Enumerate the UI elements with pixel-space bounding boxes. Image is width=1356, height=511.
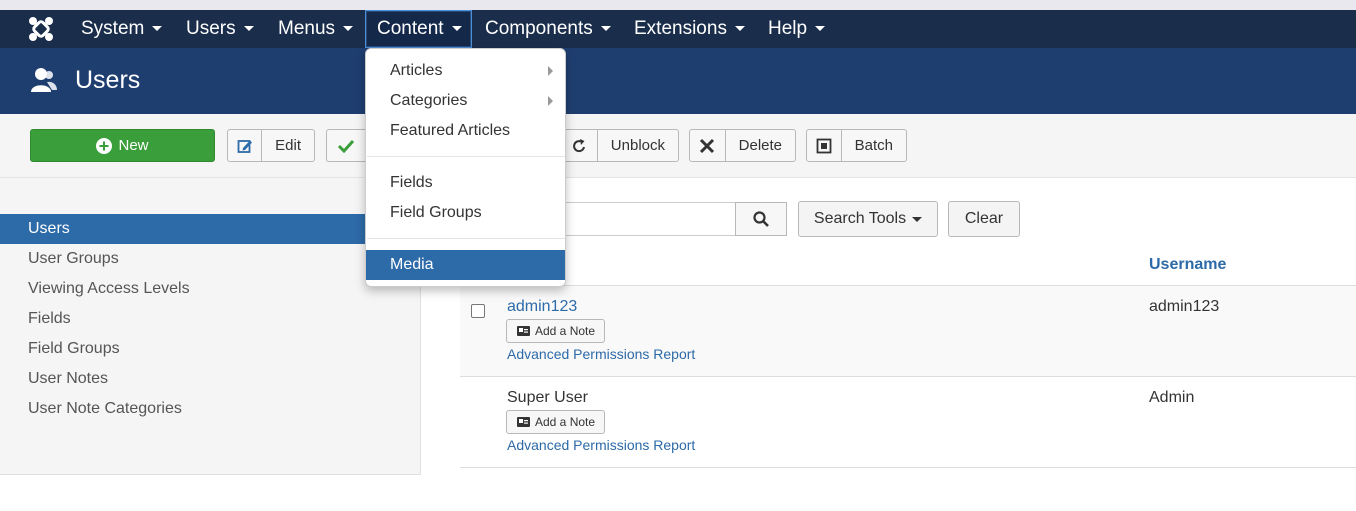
permissions-report-link[interactable]: Advanced Permissions Report [507,437,695,453]
page-header: Users [0,48,1356,114]
search-icon [753,211,769,227]
sidebar-item-user-groups[interactable]: User Groups [0,244,421,274]
nav-content[interactable]: Content [365,10,472,48]
menu-item-label: Media [390,256,434,273]
nav-content-label: Content [377,18,444,39]
menu-item-featured-articles[interactable]: Featured Articles [366,116,565,146]
add-note-label: Add a Note [535,324,596,338]
nav-menus[interactable]: Menus [267,10,364,48]
id-card-icon [517,417,530,427]
menu-divider [367,156,565,157]
menu-item-articles[interactable]: Articles [366,56,565,86]
sidebar: Users User Groups Viewing Access Levels … [0,178,421,475]
add-note-button[interactable]: Add a Note [506,319,605,343]
delete-button-label: Delete [738,137,782,154]
nav-users[interactable]: Users [175,10,265,48]
nav-help-label: Help [768,18,808,39]
clear-button[interactable]: Clear [948,201,1020,237]
user-name: Super User [507,389,588,406]
new-button[interactable]: New [30,129,215,162]
sidebar-item-viewing-access-levels[interactable]: Viewing Access Levels [0,274,421,304]
chevron-down-icon [734,26,745,32]
edit-icon [228,130,263,161]
page-title: Users [75,66,141,94]
redo-icon [564,130,598,161]
menu-item-categories[interactable]: Categories [366,86,565,116]
username-cell: admin123 [1149,298,1220,315]
nav-extensions-label: Extensions [634,18,727,39]
chevron-down-icon [343,26,354,32]
nav-extensions[interactable]: Extensions [623,10,756,48]
browser-top-strip [0,0,1356,10]
id-card-icon [517,326,530,336]
menu-item-media[interactable]: Media [366,250,565,280]
username-cell: Admin [1149,389,1195,406]
user-name-link[interactable]: admin123 [507,298,577,316]
sidebar-item-users[interactable]: Users [0,214,421,244]
plus-circle-icon [96,137,113,154]
joomla-logo-icon[interactable] [27,16,55,42]
nav-users-label: Users [186,18,236,39]
chevron-down-icon [451,26,462,32]
add-note-button[interactable]: Add a Note [506,410,605,434]
menu-item-label: Categories [390,92,468,109]
nav-menus-label: Menus [278,18,336,39]
content-dropdown-menu: Articles Categories Featured Articles Fi… [365,48,566,287]
users-icon [31,68,57,92]
chevron-down-icon [152,26,163,32]
menu-item-label: Articles [390,62,443,79]
menu-item-fields[interactable]: Fields [366,168,565,198]
column-header-username[interactable]: Username [1149,256,1226,274]
menu-item-label: Featured Articles [390,122,511,139]
publish-button[interactable] [326,129,366,162]
menu-divider [367,238,565,239]
search-input[interactable] [540,202,736,236]
menu-item-label: Field Groups [390,204,482,221]
unblock-button[interactable]: Unblock [563,129,679,162]
nav-system[interactable]: System [70,10,173,48]
edit-button-label: Edit [275,137,301,154]
nav-help[interactable]: Help [757,10,836,48]
sidebar-item-user-notes[interactable]: User Notes [0,364,421,394]
sidebar-item-field-groups[interactable]: Field Groups [0,334,421,364]
add-note-label: Add a Note [535,415,596,429]
batch-button[interactable]: Batch [806,129,907,162]
nav-system-label: System [81,18,145,39]
close-icon [690,130,726,161]
batch-icon [807,130,842,161]
nav-components-label: Components [485,18,593,39]
search-button[interactable] [735,202,787,236]
new-button-label: New [118,137,149,154]
search-tools-label: Search Tools [813,210,907,227]
sidebar-item-user-note-categories[interactable]: User Note Categories [0,394,421,424]
chevron-right-icon [548,96,553,106]
permissions-report-link[interactable]: Advanced Permissions Report [507,346,695,362]
caret-down-icon [912,216,923,222]
nav-components[interactable]: Components [474,10,622,48]
chevron-down-icon [600,26,611,32]
table-divider [460,376,1356,377]
table-divider [460,467,1356,468]
top-navbar: System Users Menus Content Components Ex… [0,10,1356,48]
sidebar-item-fields[interactable]: Fields [0,304,421,334]
menu-item-label: Fields [390,174,433,191]
chevron-right-icon [548,66,553,76]
edit-button[interactable]: Edit [227,129,315,162]
unblock-button-label: Unblock [610,137,665,154]
chevron-down-icon [243,26,254,32]
menu-item-field-groups[interactable]: Field Groups [366,198,565,228]
toolbar: New Edit Unblock Delete Batch [0,114,1356,178]
chevron-down-icon [815,26,826,32]
delete-button[interactable]: Delete [689,129,796,162]
search-tools-button[interactable]: Search Tools [798,201,938,237]
check-icon [327,130,364,161]
row-checkbox[interactable] [471,304,485,318]
batch-button-label: Batch [854,137,893,154]
